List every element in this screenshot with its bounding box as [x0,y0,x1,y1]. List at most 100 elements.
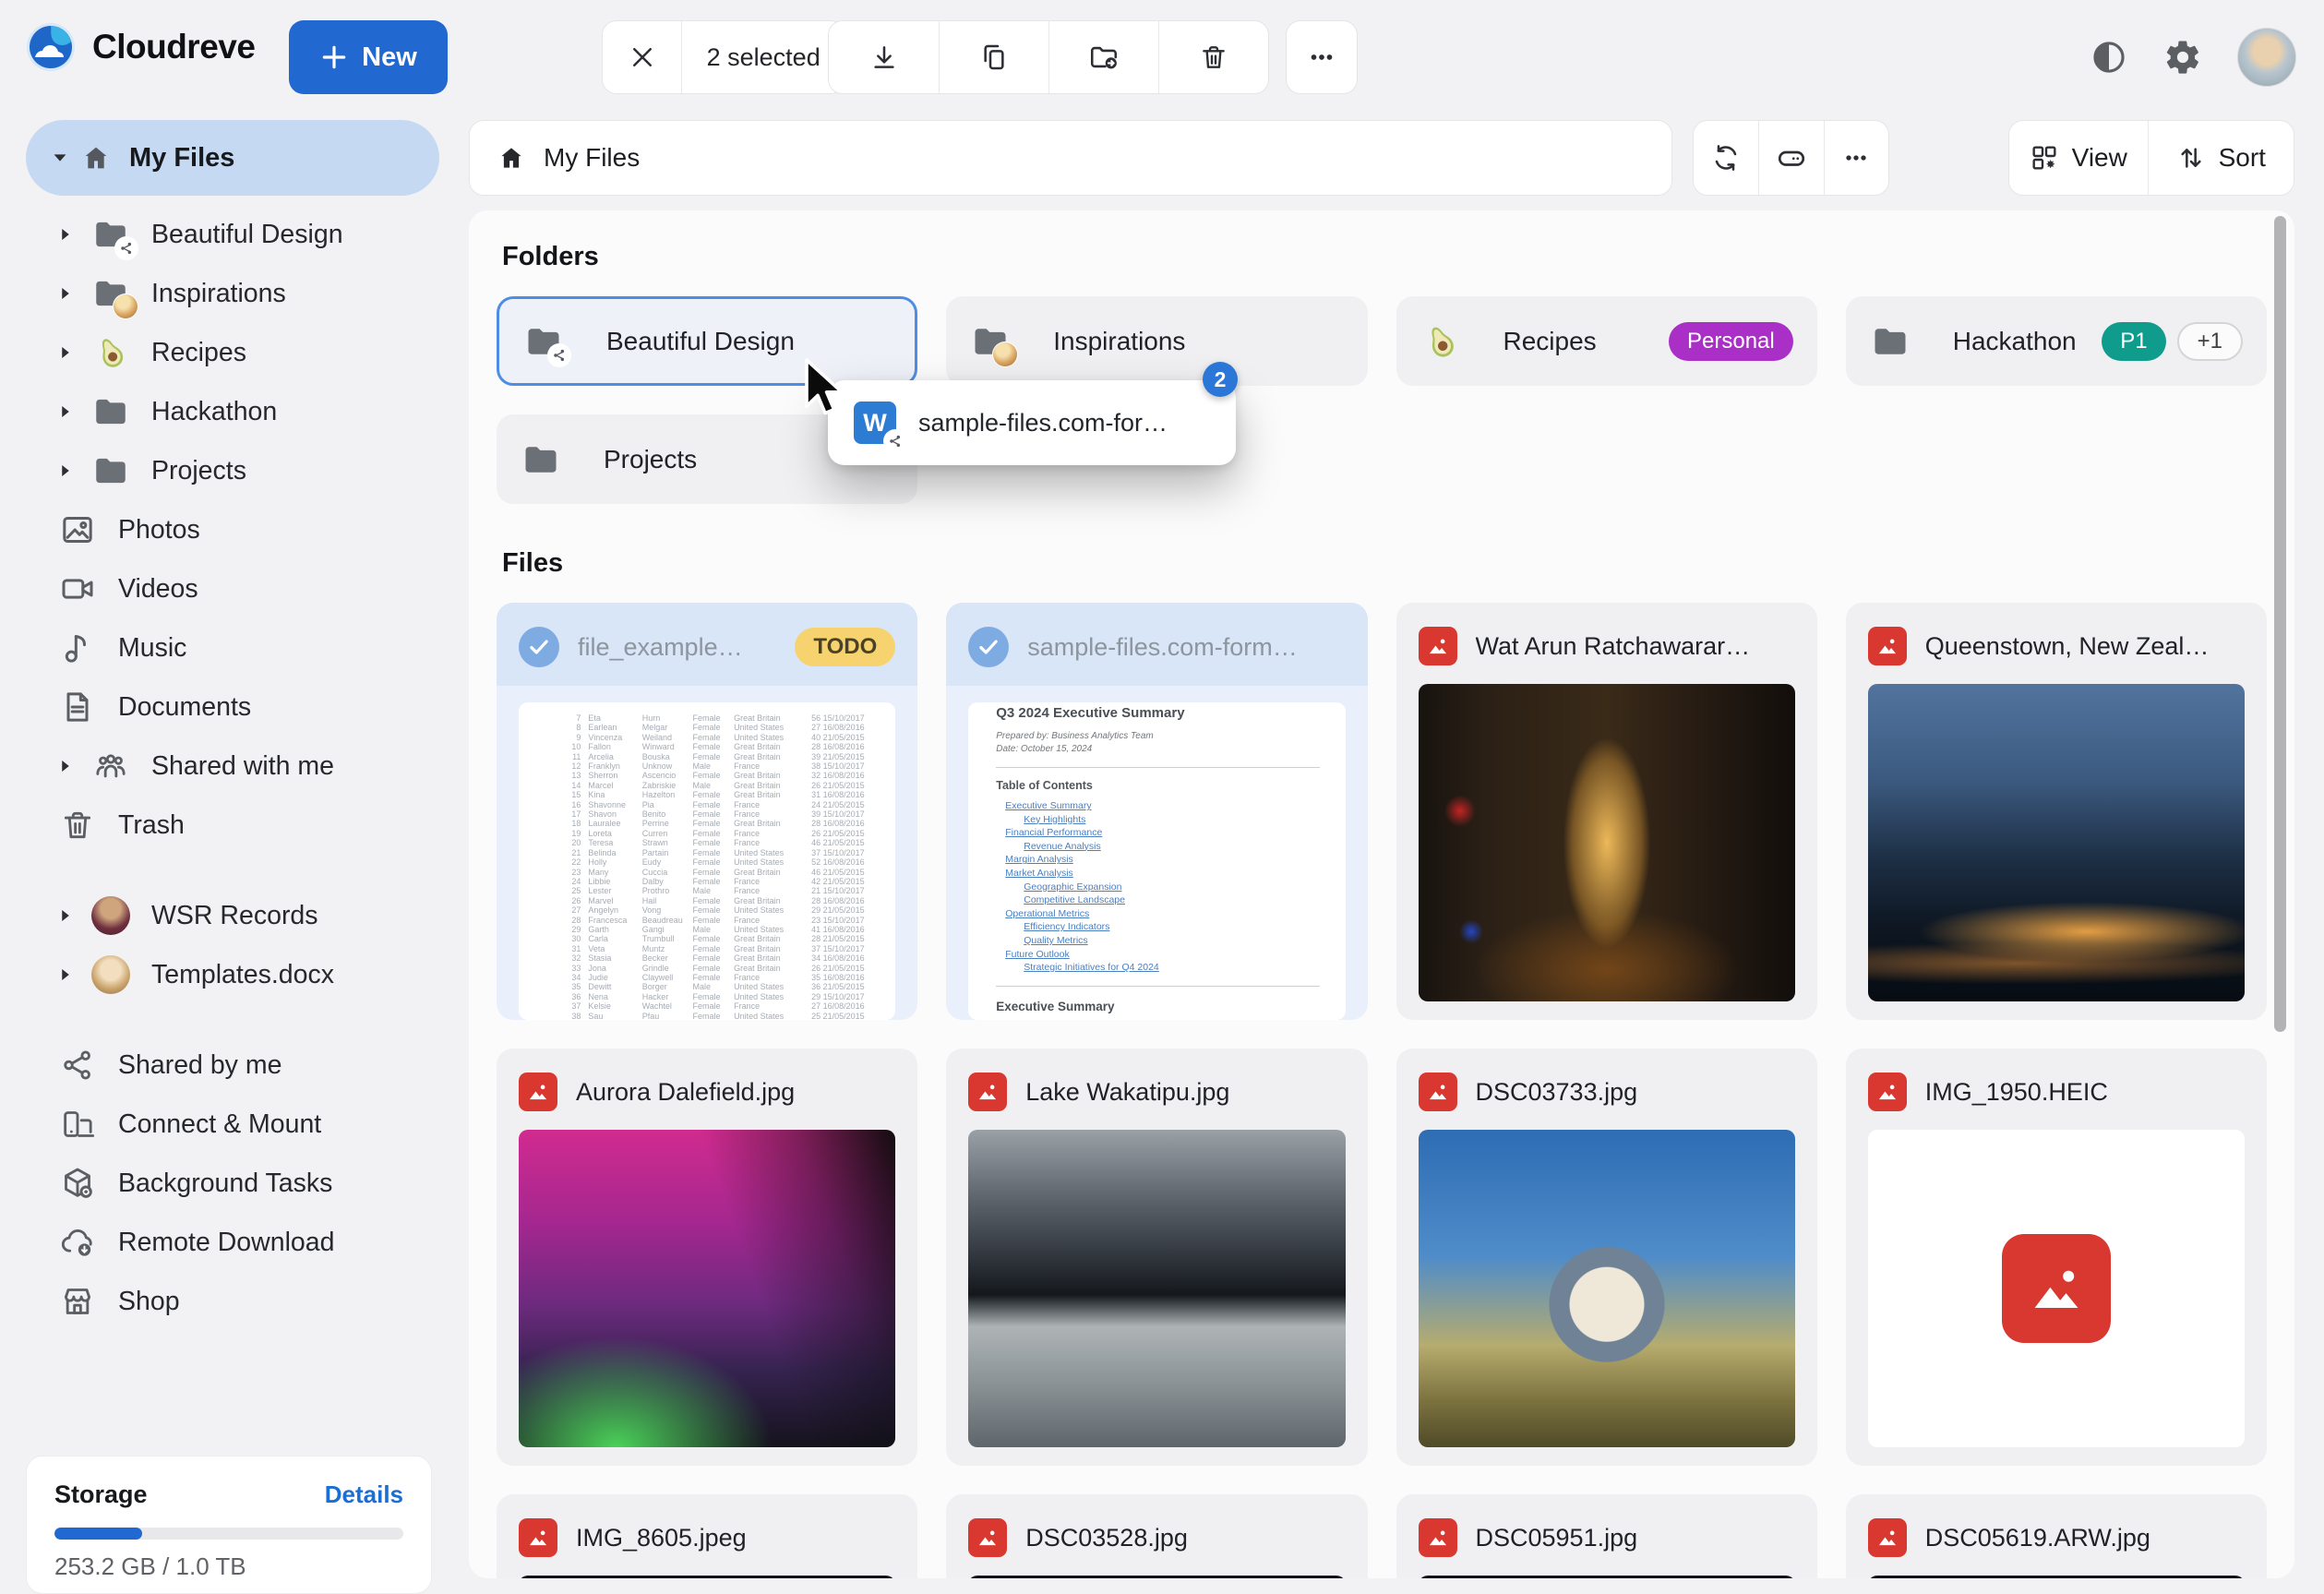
expand-caret-icon[interactable] [57,226,90,243]
sheet-row: 24LibbieDalbyFemaleFrance42 21/05/2015 [567,877,882,886]
folder-icon [90,391,131,432]
storage-details-link[interactable]: Details [325,1480,403,1509]
folder-icon [90,450,131,491]
file-card[interactable]: IMG_1950.HEIC [1846,1049,2267,1466]
toc-link: Strategic Initiatives for Q4 2024 [996,961,1319,975]
doc-meta-date: Date: October 15, 2024 [996,743,1319,756]
new-button[interactable]: New [289,20,448,94]
sidebar-item-label: Hackathon [151,397,277,427]
select-toggle-icon [1775,141,1808,174]
settings-button[interactable] [2163,38,2202,77]
file-card[interactable]: DSC05951.jpg [1396,1494,1817,1578]
file-card[interactable]: DSC05619.ARW.jpg [1846,1494,2267,1578]
sheet-row: 36NenaHackerFemaleUnited States29 15/10/… [567,992,882,1001]
image-placeholder-icon [1868,1130,2245,1447]
sidebar-item-projects[interactable]: Projects [0,441,469,500]
avocado-emoji-icon [1420,321,1461,362]
more-tools-button[interactable] [1824,121,1888,195]
delete-button[interactable] [1158,21,1268,93]
sheet-row: 27AngelynVongFemaleUnited States29 21/05… [567,905,882,915]
file-card-header: DSC05951.jpg [1396,1494,1817,1576]
selection-count: 2 selected [681,21,845,93]
folder-name: Hackathon [1953,327,2077,356]
file-card-document[interactable]: sample-files.com-form… Q3 2024 Executive… [946,603,1367,1020]
file-card-header: Queenstown, New Zeal… [1846,603,2267,684]
doc-title: Q3 2024 Executive Summary [996,705,1319,721]
refresh-icon [1711,143,1741,173]
sidebar-item-beautiful-design[interactable]: Beautiful Design [0,205,469,264]
expand-caret-icon[interactable] [57,966,90,983]
toc-link: Geographic Expansion [996,881,1319,894]
selection-toolbar: 2 selected [602,20,845,94]
move-to-folder-button[interactable] [1048,21,1158,93]
file-card-spreadsheet[interactable]: file_example… TODO 7EtaHurnFemaleGreat B… [497,603,917,1020]
file-name: Queenstown, New Zeal… [1925,632,2245,661]
sort-button[interactable]: Sort [2148,121,2294,195]
file-card[interactable]: DSC03528.jpg [946,1494,1367,1578]
file-card-header: IMG_1950.HEIC [1846,1049,2267,1130]
scrollbar-thumb[interactable] [2274,216,2286,1032]
selected-check-icon[interactable] [968,627,1009,667]
sheet-row: 29GarthGangiMaleUnited States41 16/08/20… [567,925,882,934]
folder-avatar-icon [90,273,131,314]
sheet-row: 19LoretaCurrenFemaleFrance26 21/05/2015 [567,829,882,838]
member-avatar [992,342,1018,367]
sidebar-item-shop[interactable]: Shop [0,1272,469,1331]
sidebar-item-inspirations[interactable]: Inspirations [0,264,469,323]
clear-selection-button[interactable] [603,21,681,93]
expand-caret-icon[interactable] [57,907,90,924]
refresh-button[interactable] [1694,121,1758,195]
expand-caret-icon[interactable] [57,403,90,420]
file-card[interactable]: Aurora Dalefield.jpg [497,1049,917,1466]
folder-card-inspirations[interactable]: Inspirations [946,296,1367,386]
breadcrumb[interactable]: My Files [469,120,1672,196]
file-thumbnail [1419,684,1795,1001]
selected-check-icon[interactable] [519,627,559,667]
sidebar-item-background-tasks[interactable]: Background Tasks [0,1154,469,1213]
download-button[interactable] [829,21,939,93]
expand-caret-icon[interactable] [57,285,90,302]
sidebar-item-shared-by-me[interactable]: Shared by me [0,1036,469,1095]
sidebar-item-videos[interactable]: Videos [0,559,469,618]
file-card[interactable]: Wat Arun Ratchawarar… [1396,603,1817,1020]
file-card[interactable]: Lake Wakatipu.jpg [946,1049,1367,1466]
sidebar-item-photos[interactable]: Photos [0,500,469,559]
sidebar-item-label: Music [118,633,186,664]
sheet-row: 30CarlaTrumbullFemaleGreat Britain28 21/… [567,934,882,943]
files-heading: Files [502,548,2267,579]
select-toggle-button[interactable] [1758,121,1823,195]
expand-caret-icon[interactable] [57,758,90,774]
sidebar-item-music[interactable]: Music [0,618,469,677]
sidebar-item-label: Shared with me [151,751,334,782]
caret-down-icon[interactable] [50,148,70,168]
sidebar-item-hackathon[interactable]: Hackathon [0,382,469,441]
sidebar-item-label: WSR Records [151,901,318,931]
folder-card-beautiful-design[interactable]: Beautiful Design [497,296,917,386]
sidebar-item-templates-docx[interactable]: Templates.docx [0,945,469,1004]
sidebar-item-recipes[interactable]: Recipes [0,323,469,382]
sidebar-item-remote-download[interactable]: Remote Download [0,1213,469,1272]
spreadsheet-preview: 7EtaHurnFemaleGreat Britain56 15/10/2017… [519,702,895,1020]
sidebar-item-my-files[interactable]: My Files [26,120,439,196]
copy-button[interactable] [939,21,1048,93]
expand-caret-icon[interactable] [57,462,90,479]
file-name: DSC03528.jpg [1025,1524,1345,1552]
sidebar-item-trash[interactable]: Trash [0,796,469,855]
expand-caret-icon[interactable] [57,344,90,361]
theme-toggle-button[interactable] [2090,38,2128,77]
folder-card-hackathon[interactable]: Hackathon P1 +1 [1846,296,2267,386]
sidebar-item-wsr-records[interactable]: WSR Records [0,886,469,945]
more-actions-button[interactable] [1286,20,1358,94]
sidebar-item-connect-mount[interactable]: Connect & Mount [0,1095,469,1154]
file-card[interactable]: DSC03733.jpg [1396,1049,1817,1466]
folder-card-recipes[interactable]: Recipes Personal [1396,296,1817,386]
toc-link: Market Analysis [996,867,1319,881]
sidebar-item-shared-with-me[interactable]: Shared with me [0,737,469,796]
sidebar-item-documents[interactable]: Documents [0,677,469,737]
file-card[interactable]: Queenstown, New Zeal… [1846,603,2267,1020]
breadcrumb-root[interactable]: My Files [544,143,640,173]
file-card[interactable]: IMG_8605.jpeg [497,1494,917,1578]
todo-badge: TODO [795,628,895,666]
view-button[interactable]: View [2009,121,2148,195]
account-avatar[interactable] [2237,28,2296,87]
